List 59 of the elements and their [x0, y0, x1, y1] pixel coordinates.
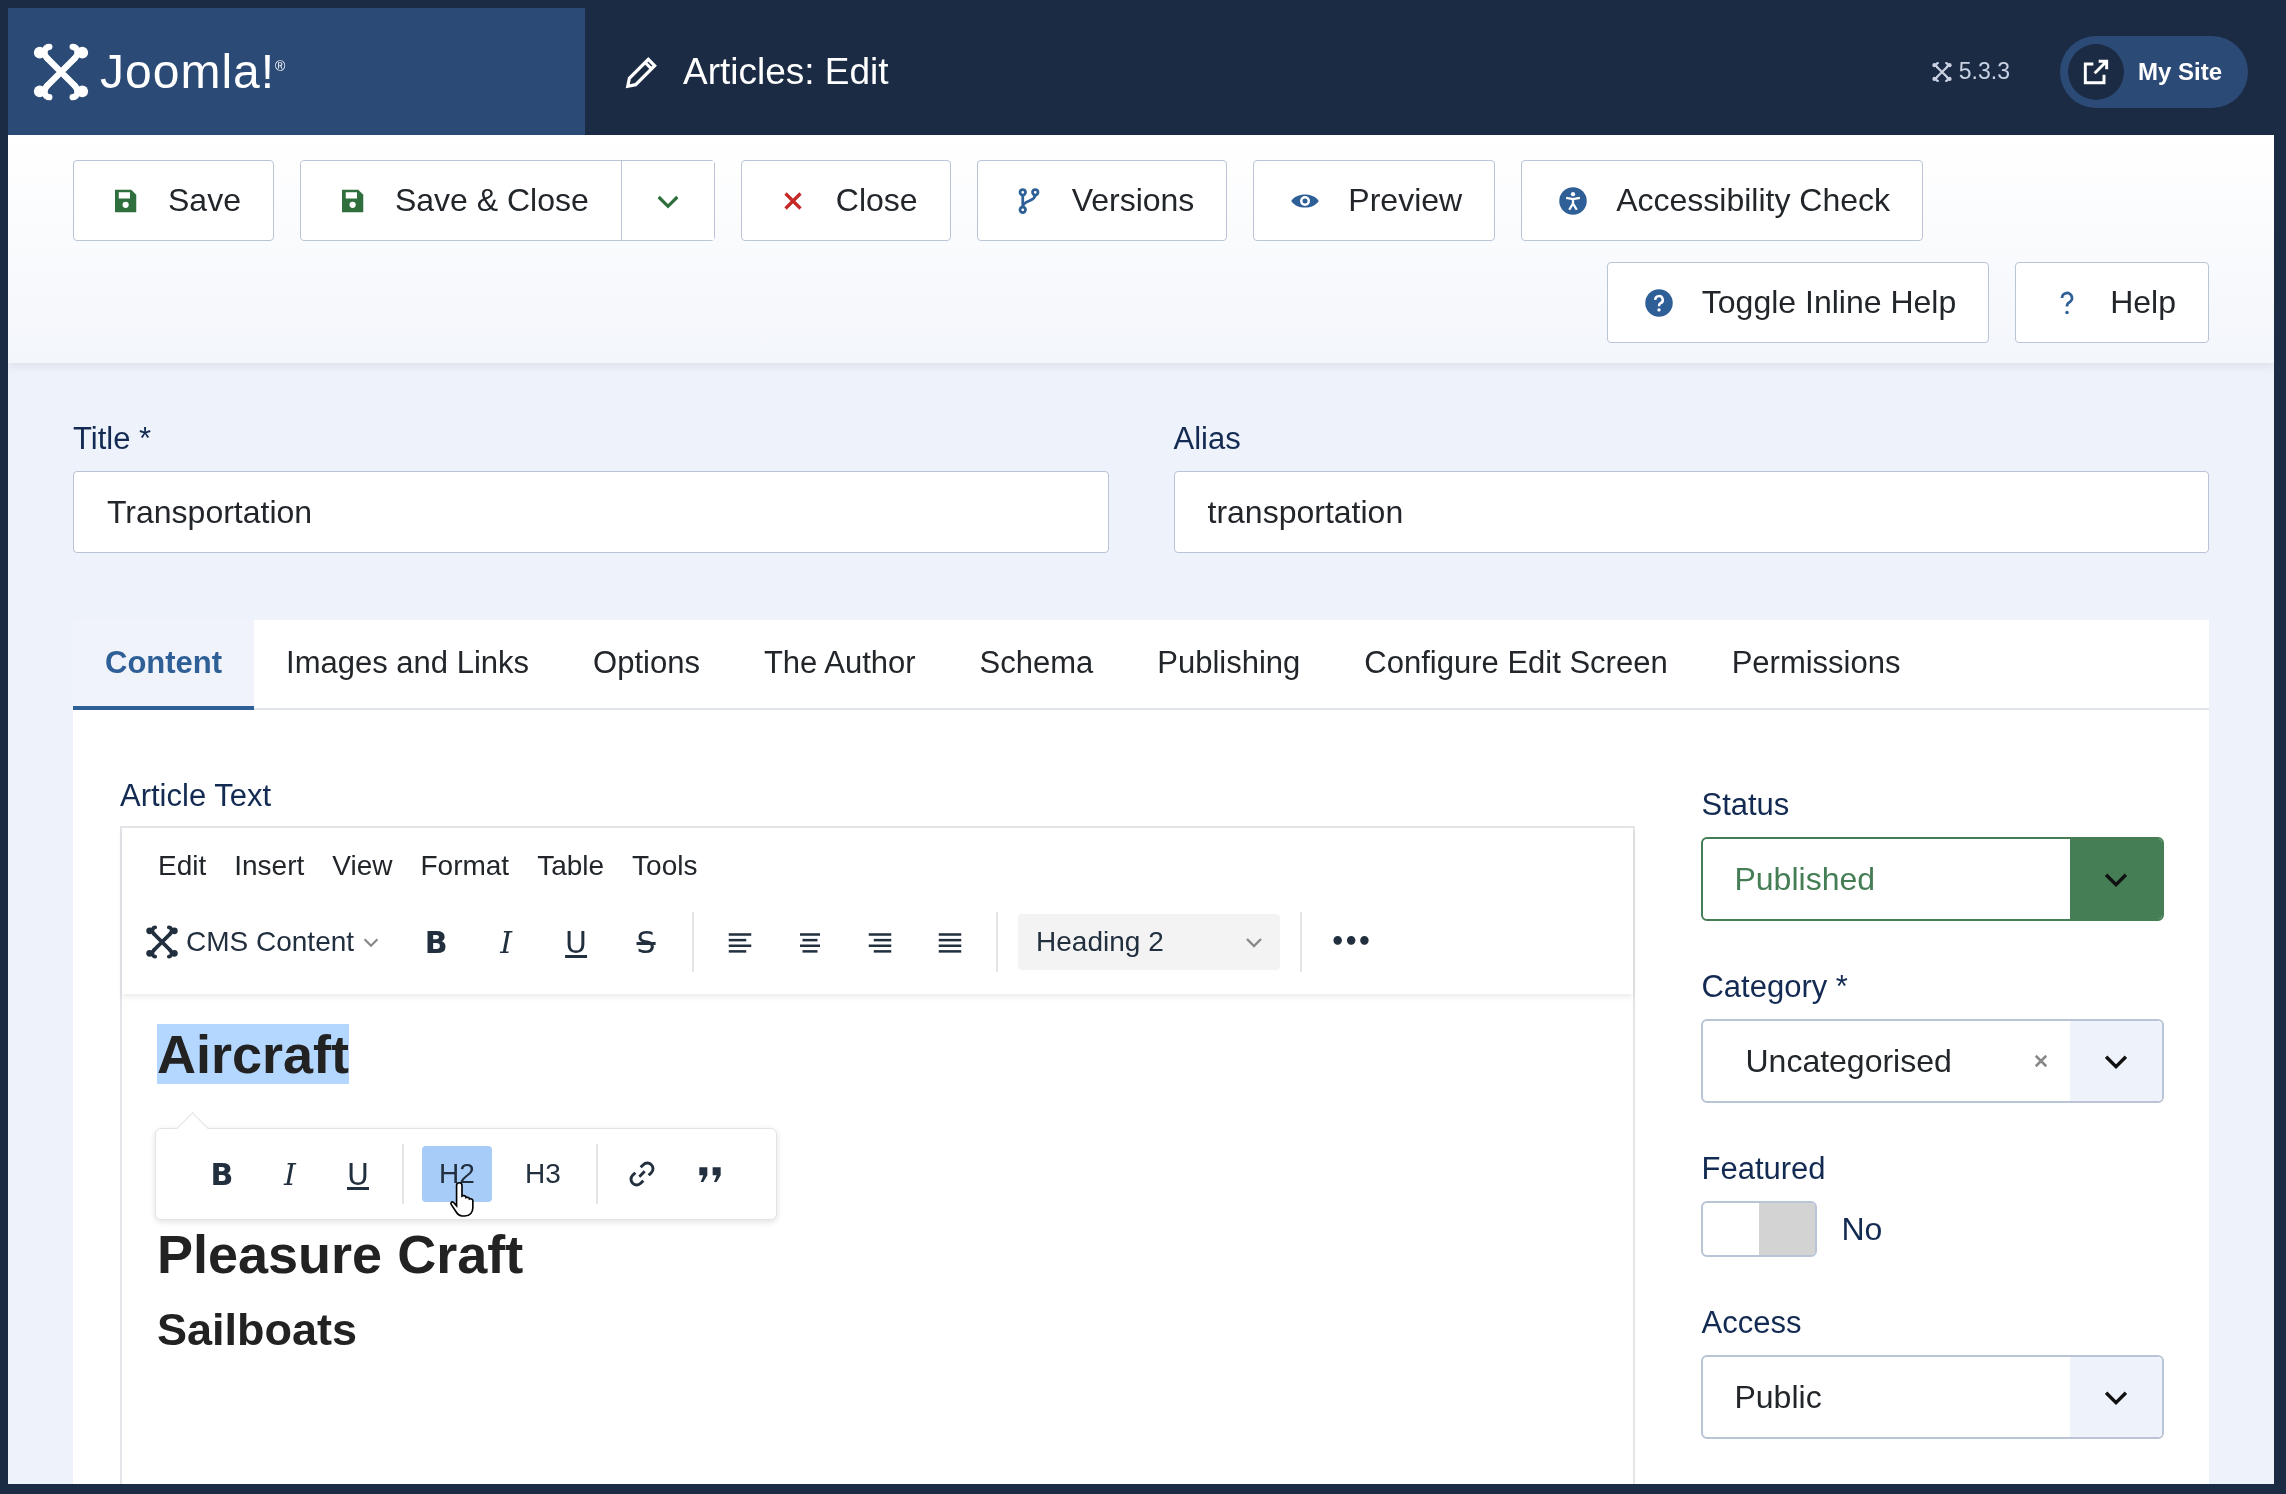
menu-item[interactable]: Format [408, 842, 522, 890]
heading-button[interactable]: H3 [508, 1146, 578, 1202]
field-label: Alias [1173, 421, 1242, 457]
field-label: Article Text [120, 778, 272, 814]
heading-button[interactable]: H2 [422, 1146, 492, 1202]
field-label: Access [1701, 1305, 1802, 1341]
style-select[interactable]: Heading 2 [1018, 914, 1281, 970]
more-button[interactable]: ••• [1322, 928, 1379, 956]
format-button[interactable]: U [332, 1148, 384, 1200]
accessibility-icon [1558, 185, 1589, 216]
menu-item[interactable]: Edit [146, 842, 219, 890]
format-button[interactable]: S [620, 916, 673, 968]
page-title: Articles: Edit [683, 50, 889, 93]
field-label: Category * [1701, 969, 1848, 1005]
version-text: 5.3.3 [1958, 58, 2010, 85]
version-icon [1930, 60, 1953, 83]
format-button[interactable]: I [480, 916, 533, 968]
toggle-switch[interactable] [1701, 1201, 1818, 1257]
format-button[interactable]: I [264, 1148, 316, 1200]
tab[interactable]: Publishing [1125, 620, 1333, 710]
text-field[interactable]: Transportation [73, 471, 1109, 553]
toolbar-button[interactable]: Preview [1253, 160, 1496, 241]
select-field[interactable]: Uncategorised [1701, 1019, 2164, 1103]
toggle-value: No [1841, 1210, 1883, 1248]
text-field[interactable]: transportation [1173, 471, 2209, 553]
field-label: Title * [73, 421, 153, 457]
menu-item[interactable]: View [320, 842, 405, 890]
format-button[interactable]: B [196, 1148, 248, 1200]
heading-text: Aircraft [157, 1024, 350, 1084]
format-button[interactable]: U [550, 916, 603, 968]
site-button[interactable]: My Site [2059, 35, 2248, 108]
tab[interactable]: Configure Edit Screen [1332, 620, 1700, 710]
tab[interactable]: The Author [731, 620, 948, 710]
tab[interactable]: Content [73, 620, 255, 710]
menu-item[interactable]: Insert [222, 842, 317, 890]
field-label: Featured [1701, 1151, 1826, 1187]
toolbar-button[interactable]: Accessibility Check [1521, 160, 1924, 241]
menu-item[interactable]: Tools [620, 842, 710, 890]
logo-text: Joomla!$^{®}$ [100, 44, 287, 99]
toolbar-button[interactable]: Close [740, 160, 951, 241]
tab[interactable]: Permissions [1699, 620, 1933, 710]
tab[interactable]: Schema [947, 620, 1126, 710]
select-field[interactable]: Public [1701, 1355, 2164, 1439]
logo-icon [144, 924, 180, 960]
dropdown-toggle[interactable] [620, 161, 714, 240]
select-field[interactable]: Published [1701, 837, 2164, 921]
toolbar-button[interactable]: Help [2015, 262, 2209, 343]
tab[interactable]: Options [561, 620, 732, 710]
toolbar-button[interactable]: Versions [976, 160, 1228, 241]
toolbar-button[interactable]: Toggle Inline Help [1606, 262, 1990, 343]
heading-text: Sailboats [157, 1303, 358, 1357]
heading-text: Pleasure Craft [157, 1224, 524, 1284]
format-button[interactable]: B [410, 916, 463, 968]
help-icon [1643, 287, 1674, 318]
menu-item[interactable]: Table [525, 842, 617, 890]
field-label: Status [1701, 787, 1790, 823]
block-menu[interactable]: CMS Content [144, 924, 393, 960]
toolbar-button[interactable]: Save [73, 160, 274, 241]
tab[interactable]: Images and Links [254, 620, 562, 710]
